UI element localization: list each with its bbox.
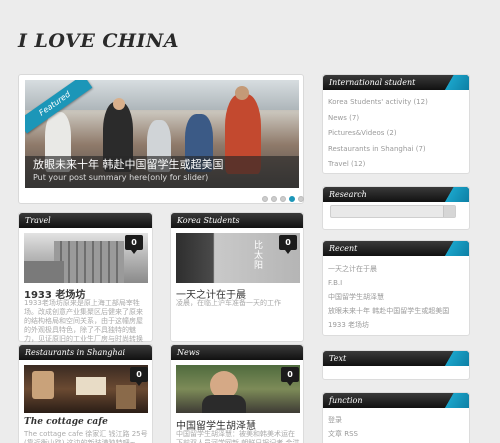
sidebar-widget-text: Text	[322, 350, 470, 380]
category-link[interactable]: Pictures&Videos (2)	[328, 126, 428, 142]
recent-posts-list: 一天之计在于晨 F.B.I 中国留学生胡泽慧 放眼未来十年 韩赴中国留学生或超美…	[328, 262, 449, 332]
category-header[interactable]: Korea Students	[171, 213, 303, 228]
slider-dot[interactable]	[298, 196, 304, 202]
category-link[interactable]: Travel (12)	[328, 157, 428, 173]
post-excerpt: 凌晨，在临上沪车准备一天的工作	[176, 299, 281, 307]
post-card-news: News 0 中国留学生胡泽慧 中国留学生胡泽慧：被美和韩美术运在下前双人员河学…	[170, 344, 304, 443]
slider-dot[interactable]	[271, 196, 277, 202]
comment-count-badge[interactable]: 0	[130, 367, 148, 386]
site-title[interactable]: I LOVE CHINA	[18, 30, 179, 52]
rss-link[interactable]: 文章 RSS	[328, 427, 358, 441]
category-link[interactable]: Korea Students' activity (12)	[328, 95, 428, 111]
category-link[interactable]: Restaurants in Shanghai (7)	[328, 142, 428, 158]
slide-caption-text: Put your post summary here(only for slid…	[33, 173, 209, 182]
sidebar-widget-recent: Recent 一天之计在于晨 F.B.I 中国留学生胡泽慧 放眼未来十年 韩赴中…	[322, 240, 470, 336]
slider-dot-active[interactable]	[289, 196, 295, 202]
post-card-restaurants: Restaurants in Shanghai 0 The cottage ca…	[18, 344, 153, 443]
category-list: Korea Students' activity (12) News (7) P…	[328, 95, 428, 173]
slider-dot[interactable]	[262, 196, 268, 202]
post-excerpt: 1933老场坊原来是原上海工部局宰牲场。改成创意产业集聚区后健来了原来的结构格局…	[24, 299, 143, 343]
widget-title: Text	[323, 351, 469, 366]
slide-caption[interactable]: 放眼未来十年 韩赴中国留学生或超美国 Put your post summary…	[25, 156, 299, 188]
post-card-travel: Travel 0 1933 老场坊 1933老场坊原来是原上海工部局宰牲场。改成…	[18, 212, 153, 343]
recent-post-link[interactable]: F.B.I	[328, 276, 449, 290]
widget-title: International student	[323, 75, 469, 90]
slider-pagination	[262, 196, 304, 202]
widget-title: Recent	[323, 241, 469, 256]
comment-count-badge[interactable]: 0	[279, 235, 297, 254]
thumbnail-text: 比 太 阳	[254, 241, 264, 271]
comment-count-badge[interactable]: 0	[281, 367, 299, 386]
category-header[interactable]: News	[171, 345, 303, 360]
recent-post-link[interactable]: 1933 老场坊	[328, 318, 449, 332]
sidebar-widget-international: International student Korea Students' ac…	[322, 74, 470, 174]
recent-post-link[interactable]: 放眼未来十年 韩赴中国留学生或超美国	[328, 304, 449, 318]
post-excerpt: 中国留学生胡泽慧：被美和韩美术运在下前双人员河学网新 朝鲜日报记者 金洪周	[176, 430, 300, 443]
post-title[interactable]: The cottage cafe	[24, 417, 108, 427]
sidebar-widget-search: Research	[322, 186, 470, 230]
function-list: 登录 文章 RSS	[328, 413, 358, 441]
post-excerpt: The cottage cafe 徐家汇 钱江路 25号 (靠近衡山路) 这边的…	[24, 430, 148, 443]
slide-caption-title[interactable]: 放眼未来十年 韩赴中国留学生或超美国	[33, 158, 291, 172]
category-link[interactable]: News (7)	[328, 111, 428, 127]
comment-count-badge[interactable]: 0	[125, 235, 143, 254]
featured-slider: Featured 放眼未来十年 韩赴中国留学生或超美国 Put your pos…	[18, 74, 304, 204]
widget-title: Research	[323, 187, 469, 202]
recent-post-link[interactable]: 一天之计在于晨	[328, 262, 449, 276]
recent-post-link[interactable]: 中国留学生胡泽慧	[328, 290, 449, 304]
category-header[interactable]: Restaurants in Shanghai	[19, 345, 152, 360]
sidebar-widget-function: function 登录 文章 RSS	[322, 392, 470, 443]
widget-title: function	[323, 393, 469, 408]
login-link[interactable]: 登录	[328, 413, 358, 427]
category-header[interactable]: Travel	[19, 213, 152, 228]
search-input[interactable]	[330, 205, 456, 218]
slider-dot[interactable]	[280, 196, 286, 202]
search-button[interactable]	[443, 206, 455, 217]
post-card-korea-students: Korea Students 比 太 阳 0 一天之计在于晨 凌晨，在临上沪车准…	[170, 212, 304, 342]
